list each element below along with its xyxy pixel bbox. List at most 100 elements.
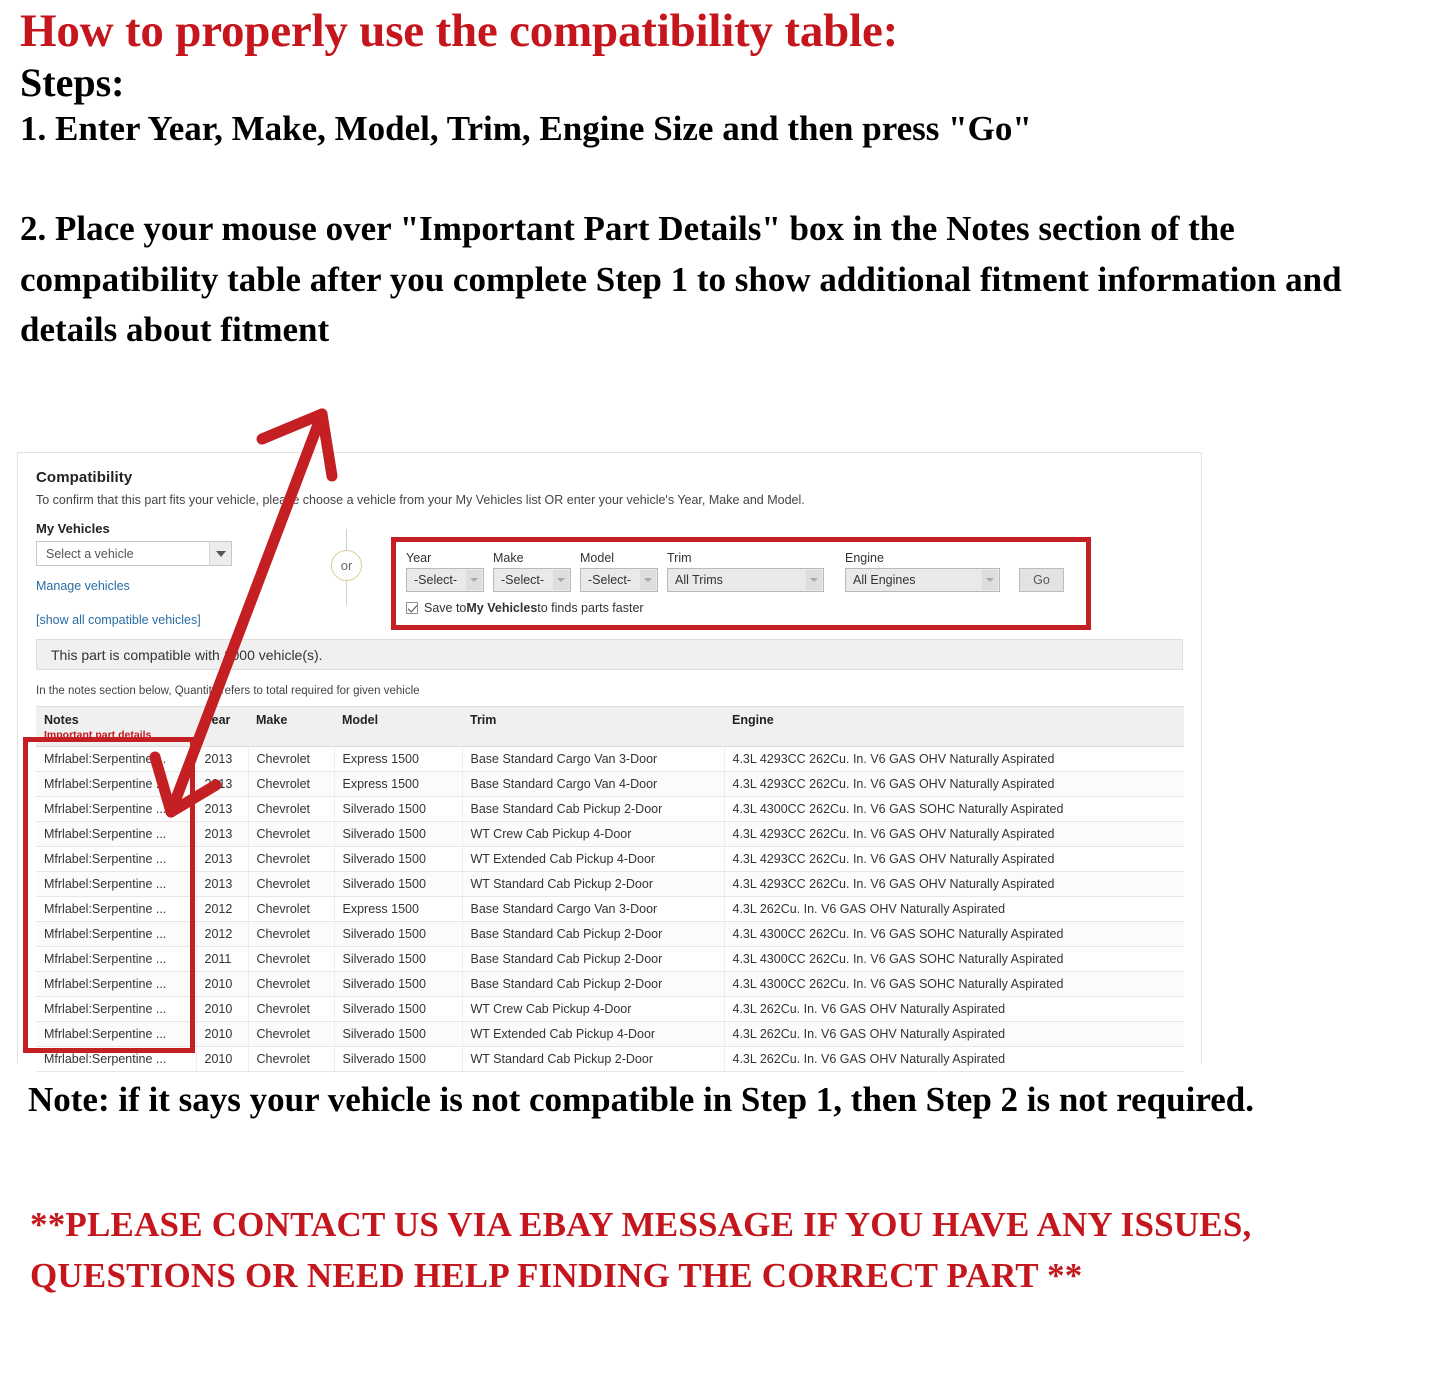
- engine-label: Engine: [845, 551, 884, 565]
- cell-notes[interactable]: Mfrlabel:Serpentine ...: [36, 996, 197, 1022]
- cell-notes[interactable]: Mfrlabel:Serpentine ...: [36, 796, 197, 822]
- cell-make: Chevrolet: [248, 946, 335, 972]
- cell-engine: 4.3L 262Cu. In. V6 GAS OHV Naturally Asp…: [724, 1021, 1184, 1047]
- cell-model: Express 1500: [334, 746, 463, 772]
- table-header-row: Notes Important part details Year Make M…: [36, 706, 1184, 747]
- model-select[interactable]: -Select-: [580, 568, 658, 592]
- cell-make: Chevrolet: [248, 771, 335, 797]
- table-row: Mfrlabel:Serpentine ... 2013 Chevrolet Silv…: [36, 821, 1184, 847]
- cell-notes[interactable]: Mfrlabel:Serpentine ...: [36, 1046, 197, 1072]
- cell-year: 2010: [196, 996, 249, 1022]
- cell-engine: 4.3L 262Cu. In. V6 GAS OHV Naturally Asp…: [724, 1046, 1184, 1072]
- cell-year: 2012: [196, 896, 249, 922]
- footer-note: Note: if it says your vehicle is not com…: [28, 1080, 1254, 1119]
- cell-trim: WT Extended Cab Pickup 4-Door: [462, 1021, 725, 1047]
- year-select[interactable]: -Select-: [406, 568, 484, 592]
- instructions-block: How to properly use the compatibility ta…: [0, 0, 1445, 356]
- cell-make: Chevrolet: [248, 921, 335, 947]
- model-field: Model -Select-: [580, 551, 658, 592]
- cell-engine: 4.3L 4300CC 262Cu. In. V6 GAS SOHC Natur…: [724, 971, 1184, 997]
- make-select[interactable]: -Select-: [493, 568, 571, 592]
- cell-make: Chevrolet: [248, 796, 335, 822]
- header-notes: Notes Important part details: [36, 706, 196, 747]
- cell-notes[interactable]: Mfrlabel:Serpentine ...: [36, 846, 197, 872]
- cell-model: Silverado 1500: [334, 846, 463, 872]
- table-row: Mfrlabel:Serpentine ... 2013 Chevrolet Expr…: [36, 771, 1184, 797]
- make-label: Make: [493, 551, 524, 565]
- my-vehicles-column: My Vehicles Select a vehicle Manage vehi…: [36, 521, 286, 593]
- save-vehicle-checkbox[interactable]: [406, 602, 418, 614]
- table-row: Mfrlabel:Serpentine ... 2012 Chevrolet Expr…: [36, 896, 1184, 922]
- cell-year: 2013: [196, 796, 249, 822]
- table-row: Mfrlabel:Serpentine ... 2012 Chevrolet Silv…: [36, 921, 1184, 947]
- table-row: Mfrlabel:Serpentine ... 2011 Chevrolet Silv…: [36, 946, 1184, 972]
- chevron-down-icon: [982, 570, 998, 590]
- cell-notes[interactable]: Mfrlabel:Serpentine ...: [36, 821, 197, 847]
- year-field: Year -Select-: [406, 551, 484, 592]
- cell-notes[interactable]: Mfrlabel:Serpentine ...: [36, 871, 197, 897]
- cell-trim: WT Standard Cab Pickup 2-Door: [462, 1046, 725, 1072]
- model-label: Model: [580, 551, 615, 565]
- chevron-down-icon: [553, 570, 569, 590]
- trim-select[interactable]: All Trims: [667, 568, 824, 592]
- cell-year: 2010: [196, 971, 249, 997]
- table-row: Mfrlabel:Serpentine ... 2010 Chevrolet Silv…: [36, 1021, 1184, 1047]
- cell-engine: 4.3L 4293CC 262Cu. In. V6 GAS OHV Natura…: [724, 871, 1184, 897]
- save-bold-text: My Vehicles: [466, 601, 538, 615]
- cell-make: Chevrolet: [248, 1046, 335, 1072]
- cell-model: Silverado 1500: [334, 796, 463, 822]
- cell-make: Chevrolet: [248, 871, 335, 897]
- cell-notes[interactable]: Mfrlabel:Serpentine ...: [36, 896, 197, 922]
- table-row: Mfrlabel:Serpentine ... 2013 Chevrolet Silv…: [36, 796, 1184, 822]
- cell-model: Silverado 1500: [334, 821, 463, 847]
- important-part-details-label[interactable]: Important part details: [44, 729, 188, 741]
- engine-select[interactable]: All Engines: [845, 568, 1000, 592]
- cell-notes[interactable]: Mfrlabel:Serpentine ...: [36, 1021, 197, 1047]
- compatible-count-banner: This part is compatible with 1000 vehicl…: [36, 639, 1183, 670]
- vehicle-select-dropdown[interactable]: Select a vehicle: [36, 541, 232, 566]
- cell-year: 2013: [196, 871, 249, 897]
- cell-notes[interactable]: Mfrlabel:Serpentine ...: [36, 971, 197, 997]
- cell-year: 2013: [196, 846, 249, 872]
- chevron-down-icon: [806, 570, 822, 590]
- quantity-note: In the notes section below, Quantity ref…: [36, 685, 420, 697]
- page-title: How to properly use the compatibility ta…: [20, 5, 899, 57]
- cell-notes[interactable]: Mfrlabel:Serpentine ...: [36, 771, 197, 797]
- cell-notes[interactable]: Mfrlabel:Serpentine ...: [36, 746, 197, 772]
- cell-engine: 4.3L 4293CC 262Cu. In. V6 GAS OHV Natura…: [724, 821, 1184, 847]
- save-prefix-text: Save to: [424, 601, 467, 615]
- save-to-my-vehicles-row[interactable]: Save to My Vehicles to finds parts faste…: [406, 601, 1076, 615]
- header-notes-label: Notes: [44, 713, 79, 727]
- vehicle-select-value: Select a vehicle: [46, 546, 134, 561]
- cell-make: Chevrolet: [248, 896, 335, 922]
- manage-vehicles-link[interactable]: Manage vehicles: [36, 579, 130, 593]
- header-trim: Trim: [462, 706, 724, 747]
- chevron-down-icon: [209, 542, 231, 565]
- cell-notes[interactable]: Mfrlabel:Serpentine ...: [36, 921, 197, 947]
- cell-model: Silverado 1500: [334, 996, 463, 1022]
- save-suffix-text: to finds parts faster: [537, 601, 644, 615]
- table-row: Mfrlabel:Serpentine ... 2010 Chevrolet Silv…: [36, 1046, 1184, 1072]
- trim-label: Trim: [667, 551, 692, 565]
- trim-value: All Trims: [675, 573, 723, 587]
- cell-make: Chevrolet: [248, 846, 335, 872]
- cell-engine: 4.3L 4300CC 262Cu. In. V6 GAS SOHC Natur…: [724, 946, 1184, 972]
- cell-notes[interactable]: Mfrlabel:Serpentine ...: [36, 946, 197, 972]
- cell-engine: 4.3L 262Cu. In. V6 GAS OHV Naturally Asp…: [724, 896, 1184, 922]
- cell-make: Chevrolet: [248, 746, 335, 772]
- cell-model: Express 1500: [334, 896, 463, 922]
- cell-year: 2010: [196, 1021, 249, 1047]
- cell-year: 2013: [196, 771, 249, 797]
- model-value: -Select-: [588, 573, 632, 587]
- compatibility-table-body: Mfrlabel:Serpentine ... 2013 Chevrolet Expr…: [36, 746, 1184, 1072]
- chevron-down-icon: [466, 570, 482, 590]
- or-badge-label: or: [331, 550, 362, 581]
- cell-model: Silverado 1500: [334, 971, 463, 997]
- cell-engine: 4.3L 4300CC 262Cu. In. V6 GAS SOHC Natur…: [724, 921, 1184, 947]
- engine-field: Engine All Engines: [845, 551, 1000, 592]
- cell-model: Silverado 1500: [334, 921, 463, 947]
- go-button[interactable]: Go: [1019, 568, 1064, 592]
- table-row: Mfrlabel:Serpentine ... 2013 Chevrolet Silv…: [36, 871, 1184, 897]
- cell-trim: Base Standard Cargo Van 3-Door: [462, 896, 725, 922]
- steps-label: Steps:: [20, 59, 125, 105]
